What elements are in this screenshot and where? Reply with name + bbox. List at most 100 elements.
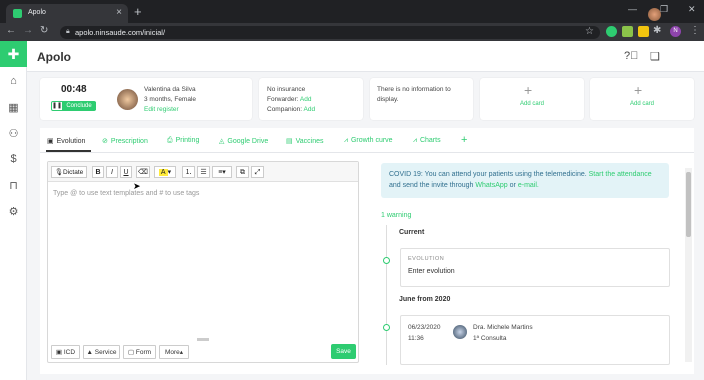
form-button[interactable]: ▢ Form [123, 345, 156, 359]
close-window-icon[interactable]: ✕ [688, 4, 696, 15]
icd-label: ICD [63, 349, 76, 356]
service-button[interactable]: ▲ Service [83, 345, 120, 359]
more-button[interactable]: More▴ [159, 345, 189, 359]
reload-icon[interactable]: ↻ [40, 25, 48, 36]
growth-icon: ⩘ [344, 137, 348, 144]
timeline-line [386, 225, 387, 365]
tab-prescription[interactable]: ⊘ Prescription [102, 137, 148, 145]
home-icon[interactable]: ⌂ [6, 75, 21, 90]
timer: 00:48 [61, 84, 87, 95]
timeline-dot [383, 257, 390, 264]
new-tab-icon[interactable]: + [134, 4, 142, 19]
tab-google-drive[interactable]: ◬ Google Drive [219, 137, 268, 145]
tab-evolution[interactable]: ▣ Evolution [47, 137, 85, 145]
pill-icon: ⊘ [102, 138, 108, 145]
start-attendance-link[interactable]: Start the [589, 171, 615, 178]
save-button[interactable]: Save [331, 344, 356, 359]
calendar-icon[interactable]: ▦ [6, 101, 21, 116]
extension-icon[interactable] [622, 26, 633, 37]
eraser-icon[interactable]: ⌫ [136, 166, 150, 178]
highlight-color-button[interactable]: A ▾ [154, 166, 176, 178]
add-tab-icon[interactable]: + [461, 134, 467, 146]
form-label: Form [135, 349, 152, 356]
tab-growth-curve[interactable]: ⩘ Growth curve [344, 137, 393, 145]
service-icon: ▲ [86, 349, 95, 356]
url-text: apolo.ninsaude.com/inicial/ [75, 28, 166, 37]
covid-alert: COVID 19: You can attend your patients u… [381, 163, 669, 198]
omnibox[interactable]: 🔒︎ apolo.ninsaude.com/inicial/ ☆ [60, 26, 600, 39]
add-card-label: Add card [519, 101, 544, 107]
extension-icon[interactable] [638, 26, 649, 37]
finance-icon[interactable]: $ [6, 153, 21, 168]
ordered-list-icon[interactable]: ⒈ [182, 166, 195, 178]
fullscreen-icon[interactable]: ⤢ [251, 166, 264, 178]
vaccine-icon: ▤ [286, 138, 293, 145]
dictate-button[interactable]: 🎙︎Dictate [51, 166, 87, 178]
underline-button[interactable]: U [120, 166, 132, 178]
chat-icon[interactable]: ❑ [650, 50, 660, 63]
month-heading: June from 2020 [399, 296, 451, 303]
bag-icon[interactable]: ⊓ [6, 179, 21, 194]
evolution-label: EVOLUTION [408, 256, 445, 262]
form-icon: ▢ [127, 349, 136, 356]
icd-button[interactable]: ▣ ICD [51, 345, 80, 359]
tab-vaccines[interactable]: ▤ Vaccines [286, 137, 324, 145]
browser-tab-title: Apolo [28, 9, 46, 16]
copy-icon[interactable]: ⧉ [236, 166, 249, 178]
browser-tab[interactable]: Apolo × [6, 4, 128, 23]
timeline-entry[interactable] [400, 315, 670, 365]
covid-text: or [509, 182, 516, 189]
entry-date: 06/23/2020 [408, 324, 441, 331]
close-tab-icon[interactable]: × [116, 7, 122, 18]
patient-avatar [117, 89, 138, 110]
align-icon[interactable]: ≡▾ [212, 166, 232, 178]
scrollbar-thumb[interactable] [686, 172, 691, 237]
lock-icon: 🔒︎ [66, 28, 70, 35]
users-icon[interactable]: ⚇ [6, 127, 21, 142]
extension-icon[interactable] [606, 26, 617, 37]
plus-icon: + [634, 82, 643, 98]
consult-type: 1ª Consulta [473, 335, 507, 342]
conclude-button[interactable]: ❚❚ Conclude [51, 101, 96, 111]
icd-icon: ▣ [55, 349, 64, 356]
settings-icon[interactable]: ⚙ [6, 205, 21, 220]
back-icon[interactable]: ← [6, 25, 16, 36]
active-tab-indicator [46, 150, 91, 152]
info-text-2: display. [377, 96, 399, 103]
companion-row: Companion: Add [267, 106, 315, 113]
tab-label: Google Drive [227, 138, 269, 145]
app-logo-icon[interactable]: ✚ [0, 41, 27, 67]
tab-printing[interactable]: ⎙ Printing [167, 137, 199, 145]
plus-icon: + [524, 82, 533, 98]
pause-icon[interactable]: ❚❚ [52, 102, 62, 110]
menu-icon[interactable]: ⋮ [690, 25, 700, 36]
minimize-icon[interactable]: — [628, 4, 637, 14]
edit-register-link[interactable]: Edit register [144, 106, 179, 113]
companion-label: Companion: [267, 106, 303, 113]
app-topbar: Apolo ?⃝ ❑ [27, 41, 704, 72]
bullet-list-icon[interactable]: ☰ [197, 166, 210, 178]
chart-icon: ⩘ [413, 137, 417, 144]
whatsapp-link[interactable]: WhatsApp [475, 182, 507, 189]
start-attendance-link[interactable]: attendance [617, 171, 652, 178]
forwarder-row: Forwarder: Add [267, 96, 311, 103]
companion-add-link[interactable]: Add [304, 106, 316, 113]
email-link[interactable]: e-mail. [518, 182, 539, 189]
forward-icon[interactable]: → [23, 25, 33, 36]
editor-placeholder: Type @ to use text templates and # to us… [53, 190, 200, 197]
italic-button[interactable]: I [106, 166, 118, 178]
tab-charts[interactable]: ⩘ Charts [413, 137, 441, 145]
help-icon[interactable]: ?⃝ [624, 50, 638, 62]
printer-icon: ⎙ [167, 137, 173, 144]
bookmark-star-icon[interactable]: ☆ [585, 26, 594, 37]
forwarder-add-link[interactable]: Add [300, 96, 312, 103]
puzzle-icon[interactable]: ✱ [653, 25, 661, 36]
add-card-label: Add card [629, 101, 654, 107]
doctor-name: Dra. Michele Martins [473, 324, 533, 331]
profile-avatar[interactable]: N [670, 26, 681, 37]
user-avatar[interactable] [648, 8, 661, 21]
bold-button[interactable]: B [92, 166, 104, 178]
warning-link[interactable]: 1 warning [381, 212, 411, 219]
resize-handle[interactable] [197, 338, 209, 341]
restore-icon[interactable]: ❐ [660, 4, 668, 15]
